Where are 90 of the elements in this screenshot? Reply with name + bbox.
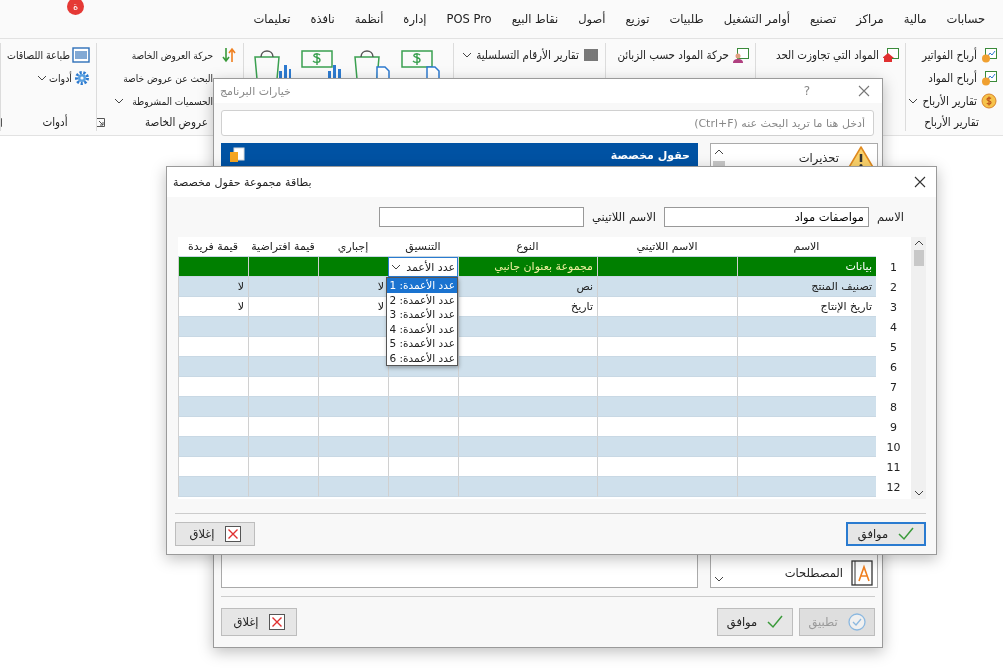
close-button[interactable] [914,176,926,188]
settings-icon [74,70,90,86]
menu-item[interactable]: مراكز [846,12,894,26]
field-label: الاسم اللاتيني [591,210,656,224]
close-icon [224,526,241,542]
menu-item[interactable]: أوامر التشغيل [713,12,800,26]
field-label: الاسم [876,210,904,224]
dropdown-option[interactable]: عدد الأعمدة: 5 [387,336,457,351]
ribbon-button[interactable]: أرباح المواد [906,68,997,88]
dropdown-option[interactable]: عدد الأعمدة: 4 [387,321,457,336]
report-arrow-icon [883,47,899,63]
check-icon [767,615,784,629]
dropdown-option[interactable]: عدد الأعمدة: 1 [387,278,457,293]
table-row[interactable]: 8 [178,397,911,417]
help-button[interactable]: ? [803,84,810,98]
close-button[interactable]: إغلاق [175,522,255,546]
table-cell: مجموعة بعنوان جانبي [494,260,593,273]
row-number: 1 [876,257,911,277]
row-number: 6 [876,357,911,377]
input-field[interactable] [378,207,584,227]
table-row[interactable]: 10 [178,437,911,457]
report-person-icon [733,47,749,63]
scrollbar-thumb[interactable] [913,250,924,266]
menu-item[interactable]: أنظمة [344,12,394,26]
table-cell: بيانات [845,260,872,273]
launcher-icon [97,117,106,127]
table-cell: تصنيف المنتج [811,280,872,293]
table-cell: تاريخ الإنتاج [820,300,872,313]
ribbon-button[interactable]: تقارير الأرقام التسلسلية [454,45,599,65]
group-title: أدوات [42,115,68,129]
table-cell: لا [237,280,244,293]
sort-arrows-icon [221,47,237,63]
ribbon-button[interactable]: حركة المواد حسب الزبائن [606,45,749,65]
close-icon [858,85,870,97]
close-button[interactable]: إغلاق [221,608,297,636]
check-icon [898,527,915,541]
menu-item[interactable]: نقاط البيع [501,12,569,26]
coin-icon [981,93,997,109]
row-number: 2 [876,277,911,297]
table-cell: لا [377,280,384,293]
ribbon-button[interactable]: أدوات [1,68,90,88]
check-circle-icon [847,613,866,631]
table-cell: لا [377,300,384,313]
scroll-down-icon [714,576,724,582]
table-cell: لا [237,300,244,313]
ribbon-button[interactable]: حركة العروض الخاصة [97,45,237,65]
scroll-up-icon [714,149,724,155]
report-coin-icon [981,47,997,63]
menu-item[interactable]: طلبيات [659,12,714,26]
menu-item[interactable]: إدارة [393,12,437,26]
scroll-down-icon [913,490,924,496]
scrollbar[interactable] [911,237,926,499]
ribbon-button[interactable]: طباعة اللصاقات [1,45,90,65]
scroll-up-icon [913,240,924,246]
row-number: 4 [876,317,911,337]
window-title: بطاقة مجموعة حقول مخصصة [173,175,313,189]
section-header: حقول مخصصة [221,143,698,167]
category-item[interactable]: المصطلحات [727,559,877,587]
menu-item[interactable]: POS Pro [436,12,502,26]
row-number: 10 [876,437,911,457]
chevron-down-icon [391,264,401,270]
report-coin-icon [981,70,997,86]
menu-item[interactable]: تصنيع [800,12,847,26]
window-title: خيارات البرنامج [220,84,292,98]
menu-item[interactable]: تعليمات [243,12,301,26]
table-cell: تاريخ [571,300,593,313]
menu-item[interactable]: مالية [893,12,937,26]
chevron-down-icon [37,75,48,81]
ribbon-button[interactable]: المواد التي تجاوزت الحد [756,45,899,65]
table-row[interactable]: 12 [178,477,911,497]
menu-item[interactable]: حسابات [936,12,995,26]
row-number: 12 [876,477,911,497]
group-title: عروض الخاصة [145,115,208,129]
menu-item[interactable]: أصول [568,12,616,26]
ribbon-button[interactable]: تقارير الأرباح [906,91,997,111]
close-icon [268,614,285,630]
ok-button[interactable]: موافق [846,522,926,546]
menu-item[interactable]: توزيع [615,12,660,26]
copy-icon [229,147,245,163]
row-number: 8 [876,397,911,417]
table-cell: نص [576,280,593,293]
chevron-down-icon [908,98,919,104]
input-field[interactable]: مواصفات مواد [663,207,869,227]
ok-button[interactable]: موافق [717,608,793,636]
group-title: تقارير الأرباح [924,115,979,129]
chevron-down-icon [114,98,125,104]
ribbon-button[interactable]: أرباح الفواتير [906,45,997,65]
chevron-down-icon [462,52,473,58]
close-icon [914,176,926,188]
menu-item[interactable]: نافذة [300,12,345,26]
